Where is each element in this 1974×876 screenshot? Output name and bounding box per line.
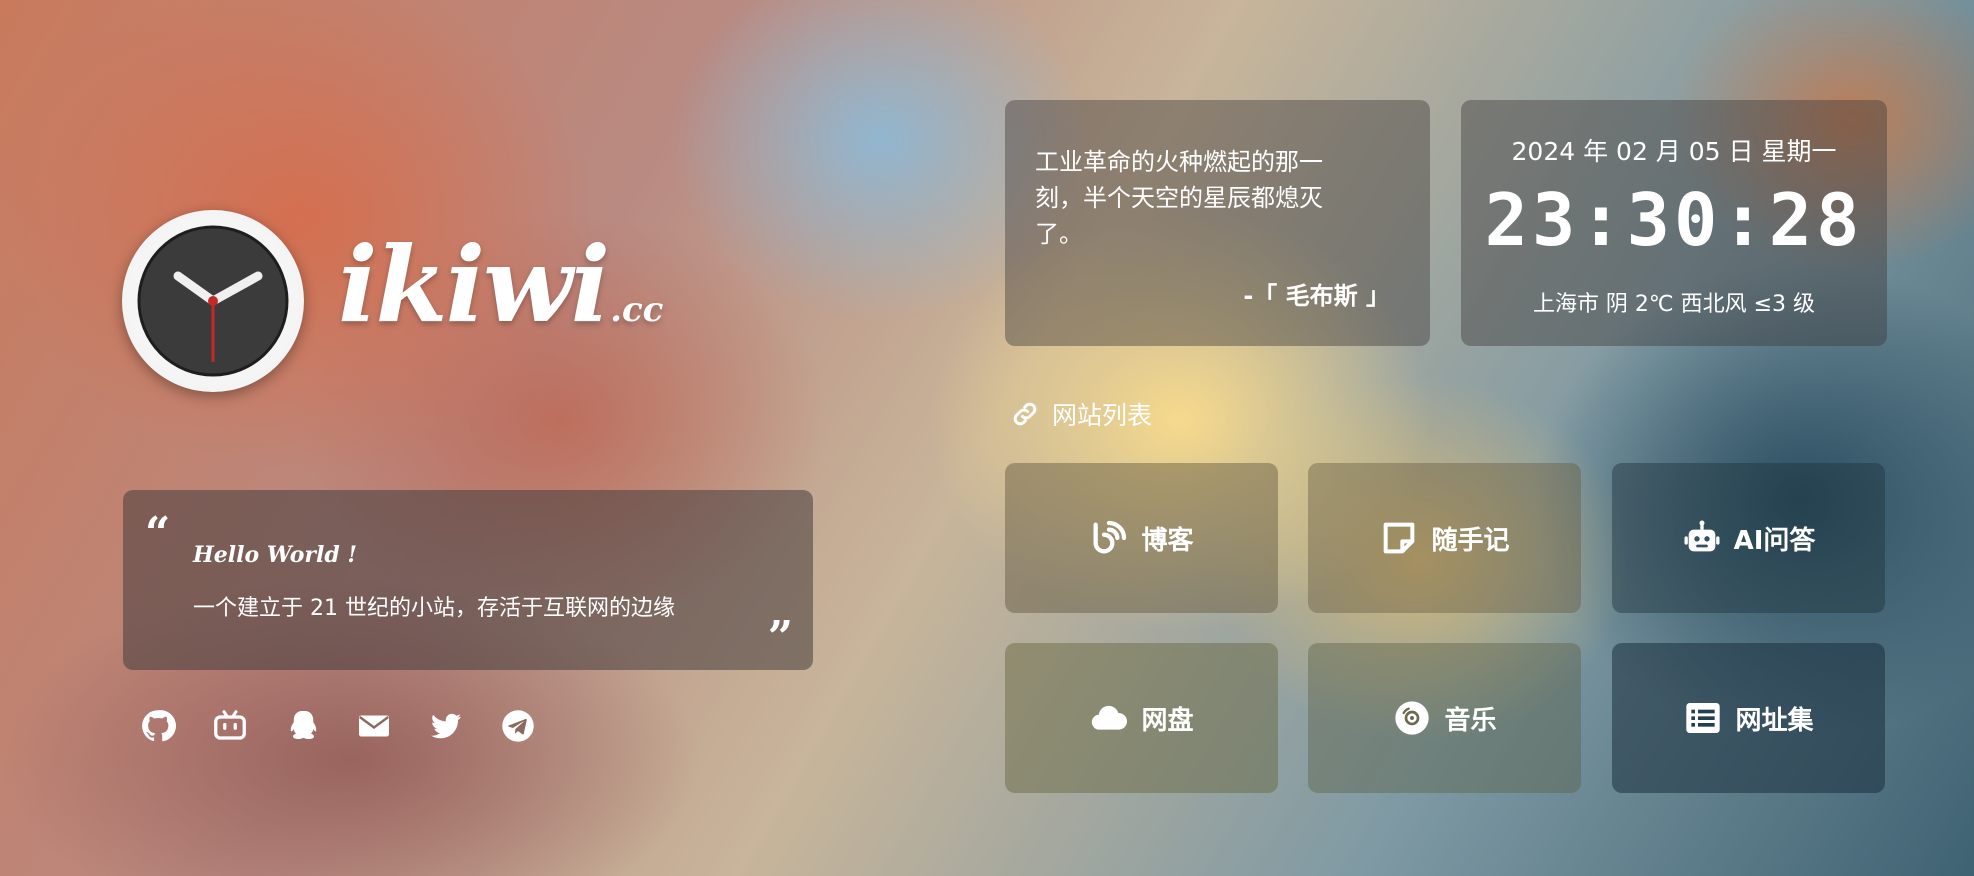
site-tile-music[interactable]: 音乐 xyxy=(1308,643,1581,793)
site-tile-label: AI问答 xyxy=(1733,525,1816,556)
date-text: 2024 年 02 月 05 日 星期一 xyxy=(1511,137,1837,166)
site-list-header: 网站列表 xyxy=(1010,396,1152,432)
qq-icon xyxy=(290,711,317,740)
telegram-link[interactable] xyxy=(496,704,540,748)
site-brand: ikiwi.cc xyxy=(338,220,663,350)
weather-text: 上海市 阴 2℃ 西北风 ≤3 级 xyxy=(1532,292,1816,317)
site-tile-links[interactable]: 网址集 xyxy=(1612,643,1885,793)
close-quote-icon: ” xyxy=(767,612,793,663)
site-tile-label: 博客 xyxy=(1141,525,1194,556)
bilibili-icon xyxy=(214,710,246,740)
greeting-card: “ Hello World ! 一个建立于 21 世纪的小站，存活于互联网的边缘… xyxy=(123,490,813,670)
github-icon xyxy=(142,710,176,742)
site-tile-label: 网盘 xyxy=(1141,705,1194,736)
music-disc-icon xyxy=(1395,701,1430,735)
list-icon xyxy=(1686,703,1721,733)
greeting-description: 一个建立于 21 世纪的小站，存活于互联网的边缘 xyxy=(193,596,675,621)
twitter-icon xyxy=(431,713,461,739)
digital-clock: 23:30:28 xyxy=(1484,178,1864,262)
time-weather-card: 2024 年 02 月 05 日 星期一 23:30:28 上海市 阴 2℃ 西… xyxy=(1461,100,1887,346)
brand-tld: .cc xyxy=(610,290,664,330)
blog-icon xyxy=(1093,520,1127,554)
site-tile-cloud[interactable]: 网盘 xyxy=(1005,643,1278,793)
brand-name: ikiwi xyxy=(338,223,610,346)
github-link[interactable] xyxy=(136,704,180,748)
note-icon xyxy=(1384,522,1415,554)
link-icon xyxy=(1013,402,1037,426)
site-tile-label: 音乐 xyxy=(1444,705,1497,736)
telegram-icon xyxy=(502,710,534,742)
site-list-title: 网站列表 xyxy=(1052,401,1153,430)
robot-icon xyxy=(1684,520,1720,552)
site-tile-label: 网址集 xyxy=(1735,705,1814,736)
site-tile-ai[interactable]: AI问答 xyxy=(1612,463,1885,613)
email-icon xyxy=(359,715,389,737)
qq-link[interactable] xyxy=(280,704,324,748)
site-tile-label: 随手记 xyxy=(1431,525,1510,556)
bilibili-link[interactable] xyxy=(208,704,252,748)
quote-card: 工业革命的火种燃起的那一刻，半个天空的星辰都熄灭了。 -「 毛布斯 」 xyxy=(1005,100,1430,346)
site-tile-blog[interactable]: 博客 xyxy=(1005,463,1278,613)
greeting-hello: Hello World ! xyxy=(193,542,358,568)
email-link[interactable] xyxy=(352,704,396,748)
clock-logo-icon xyxy=(122,210,304,392)
twitter-link[interactable] xyxy=(424,704,468,748)
quote-author: -「 毛布斯 」 xyxy=(1243,282,1390,310)
open-quote-icon: “ xyxy=(145,508,171,559)
cloud-icon xyxy=(1092,705,1128,730)
quote-text: 工业革命的火种燃起的那一刻，半个天空的星辰都熄灭了。 xyxy=(1035,148,1323,248)
site-tile-notes[interactable]: 随手记 xyxy=(1308,463,1581,613)
